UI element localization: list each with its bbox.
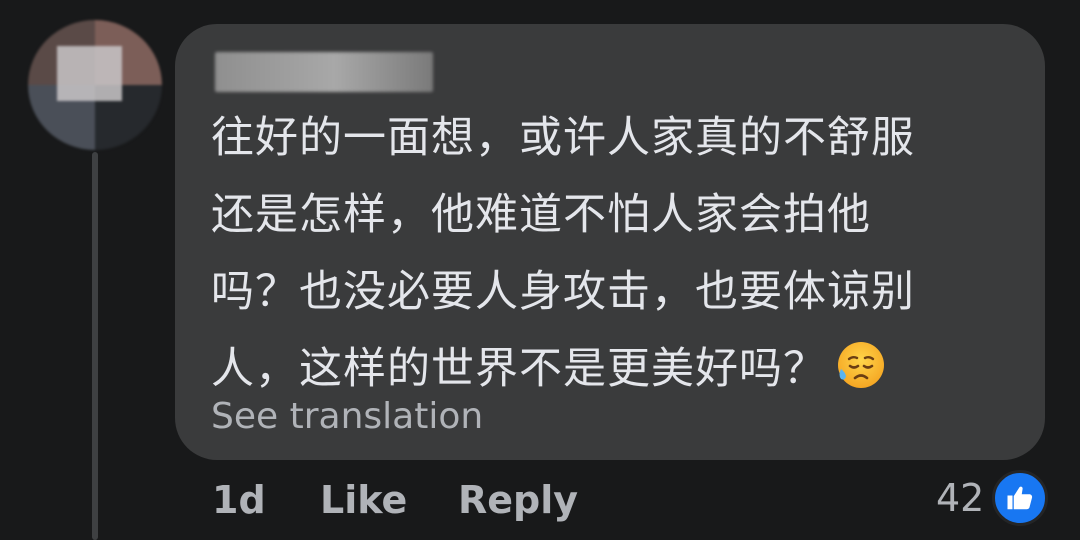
see-translation-link[interactable]: See translation [211, 396, 483, 437]
comment-bubble: 往好的一面想，或许人家真的不舒服 还是怎样，他难道不怕人家会拍他 吗？也没必要人… [175, 24, 1045, 460]
reply-button[interactable]: Reply [458, 478, 578, 522]
comment-line: 吗？也没必要人身攻击，也要体谅别 [211, 267, 915, 317]
comment-screen: 往好的一面想，或许人家真的不舒服 还是怎样，他难道不怕人家会拍他 吗？也没必要人… [0, 0, 1080, 540]
comment-line: 人，这样的世界不是更美好吗？ [211, 344, 827, 394]
reaction-summary[interactable]: 42 [936, 470, 1049, 526]
comment-line: 往好的一面想，或许人家真的不舒服 [211, 113, 915, 163]
comment-timestamp[interactable]: 1d [212, 478, 266, 522]
thumbs-up-icon [992, 470, 1049, 526]
comment-line: 还是怎样，他难道不怕人家会拍他 [211, 190, 871, 240]
sad-relieved-face-icon [833, 339, 885, 391]
author-name-redacted[interactable] [215, 52, 433, 92]
like-button[interactable]: Like [320, 478, 407, 522]
comment-text: 往好的一面想，或许人家真的不舒服 还是怎样，他难道不怕人家会拍他 吗？也没必要人… [211, 100, 1011, 408]
reaction-count: 42 [936, 476, 985, 520]
avatar[interactable] [28, 20, 162, 150]
reply-thread-line [92, 152, 98, 540]
